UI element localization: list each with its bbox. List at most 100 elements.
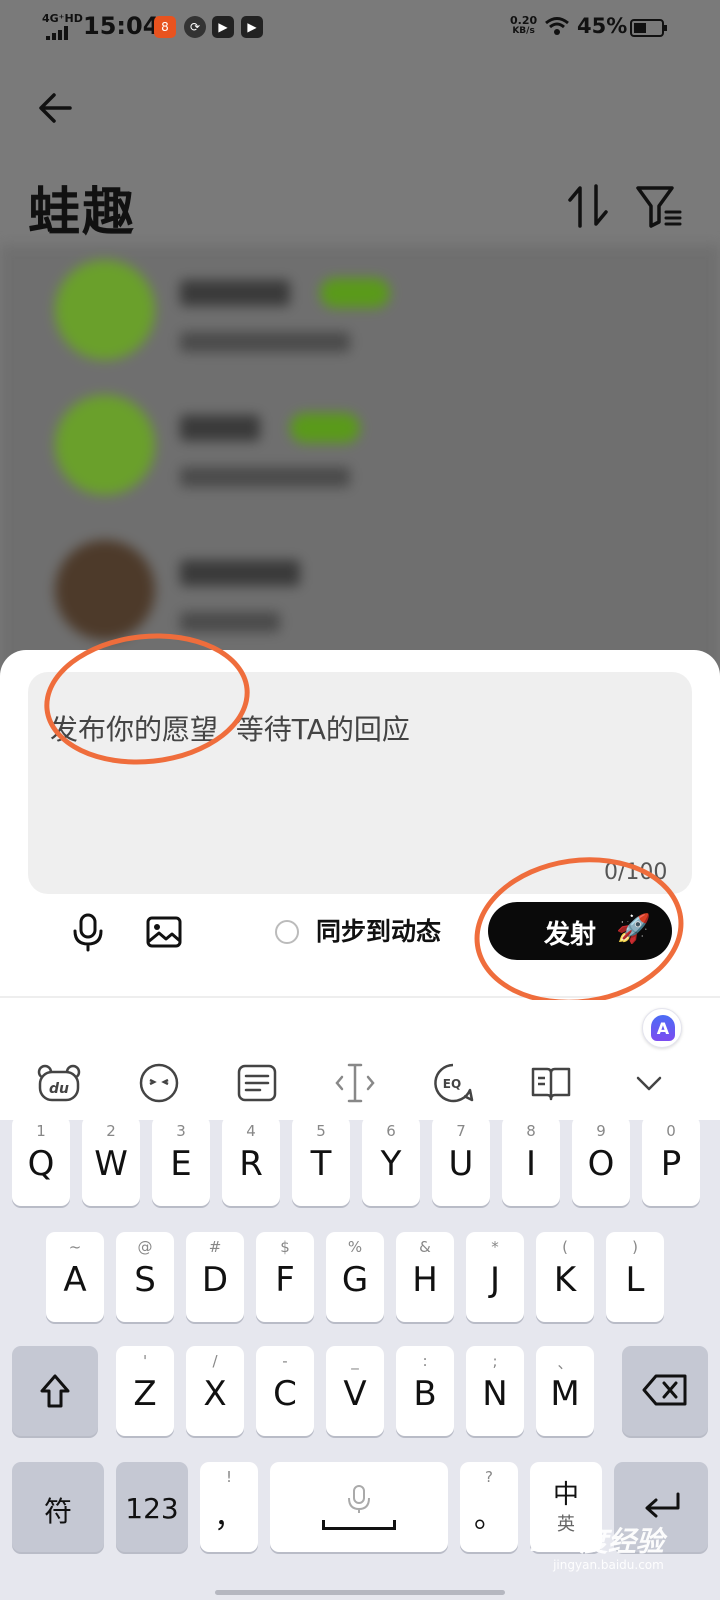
- book-icon[interactable]: [528, 1060, 574, 1106]
- shift-key[interactable]: [12, 1346, 98, 1436]
- key-label: I: [525, 1144, 537, 1184]
- key-hint: (: [562, 1238, 568, 1256]
- period-key[interactable]: ? 。: [460, 1462, 518, 1552]
- key-hint: :: [422, 1352, 428, 1370]
- key-y[interactable]: 6Y: [362, 1116, 420, 1206]
- signal-icon: [46, 26, 74, 40]
- key-hint: -: [282, 1352, 288, 1370]
- chevron-down-icon[interactable]: [626, 1060, 672, 1106]
- baidu-jingyan-watermark: Bai度经验 jingyan.baidu.com: [530, 1525, 664, 1572]
- app-notification-icon: 8: [154, 16, 176, 38]
- key-hint: $: [280, 1238, 290, 1256]
- key-j[interactable]: * J: [466, 1232, 524, 1322]
- key-hint: /: [212, 1352, 218, 1370]
- symbols-key[interactable]: 符: [12, 1462, 104, 1552]
- battery-icon: [630, 19, 667, 37]
- key-label: C: [273, 1374, 297, 1414]
- keyboard-layout-icon[interactable]: [234, 1060, 280, 1106]
- key-s[interactable]: @ S: [116, 1232, 174, 1322]
- key-label: Z: [133, 1374, 157, 1414]
- key-f[interactable]: $ F: [256, 1232, 314, 1322]
- key-label: T: [310, 1144, 332, 1184]
- battery-percent: 45%: [577, 14, 628, 38]
- key-label: P: [660, 1144, 682, 1184]
- key-a[interactable]: ~ A: [46, 1232, 104, 1322]
- key-e[interactable]: 3E: [152, 1116, 210, 1206]
- key-hint: 4: [246, 1122, 256, 1140]
- arrow-left-icon[interactable]: [36, 88, 76, 128]
- key-hint: 9: [596, 1122, 606, 1140]
- link-notification-icon: ⟳: [184, 16, 206, 38]
- eq-icon[interactable]: EQ: [430, 1060, 476, 1106]
- key-label: Q: [27, 1144, 55, 1184]
- key-c[interactable]: -C: [256, 1346, 314, 1436]
- key-k[interactable]: (K: [536, 1232, 594, 1322]
- key-q[interactable]: 1Q: [12, 1116, 70, 1206]
- key-w[interactable]: 2W: [82, 1116, 140, 1206]
- key-hint: ): [632, 1238, 638, 1256]
- key-label: L: [625, 1260, 645, 1300]
- video-notification-icon: ▶: [212, 16, 234, 38]
- key-label: E: [170, 1144, 192, 1184]
- key-l[interactable]: ) L: [606, 1232, 664, 1322]
- numbers-key[interactable]: 123: [116, 1462, 188, 1552]
- key-label: G: [341, 1260, 369, 1300]
- key-label: K: [553, 1260, 577, 1300]
- key-label: W: [94, 1144, 128, 1184]
- key-hint: 6: [386, 1122, 396, 1140]
- key-hint: 5: [316, 1122, 326, 1140]
- key-label: N: [482, 1374, 508, 1414]
- clock: 15:04: [83, 12, 160, 40]
- key-hint: *: [491, 1238, 499, 1256]
- list-item: [0, 250, 720, 380]
- key-hint: &: [419, 1238, 431, 1256]
- network-type: 4G⁺HD: [42, 12, 83, 25]
- key-n[interactable]: ; N: [466, 1346, 524, 1436]
- sync-label[interactable]: 同步到动态: [316, 912, 441, 948]
- blurred-list: [0, 245, 720, 700]
- key-g[interactable]: % G: [326, 1232, 384, 1322]
- key-t[interactable]: 5T: [292, 1116, 350, 1206]
- key-o[interactable]: 9O: [572, 1116, 630, 1206]
- key-h[interactable]: & H: [396, 1232, 454, 1322]
- key-v[interactable]: _ V: [326, 1346, 384, 1436]
- key-m[interactable]: 、 M: [536, 1346, 594, 1436]
- key-hint: 、: [557, 1354, 573, 1372]
- key-d[interactable]: # D: [186, 1232, 244, 1322]
- image-icon[interactable]: [144, 912, 184, 952]
- key-hint: ': [142, 1352, 148, 1370]
- svg-text:EQ: EQ: [443, 1077, 461, 1091]
- comma-key[interactable]: ! ，: [200, 1462, 258, 1552]
- backspace-key[interactable]: [622, 1346, 708, 1436]
- emoji-icon[interactable]: [136, 1060, 182, 1106]
- microphone-icon[interactable]: [68, 912, 108, 952]
- filter-icon[interactable]: [634, 182, 684, 230]
- key-x[interactable]: / X: [186, 1346, 244, 1436]
- key-hint: 2: [106, 1122, 116, 1140]
- sort-arrows-icon[interactable]: [566, 182, 610, 230]
- key-b[interactable]: :B: [396, 1346, 454, 1436]
- key-label: R: [239, 1144, 263, 1184]
- network-speed: 0.20 KB/s: [510, 14, 538, 36]
- space-key[interactable]: [270, 1462, 448, 1552]
- list-item: [0, 385, 720, 515]
- key-hint: @: [137, 1238, 153, 1256]
- key-label: M: [550, 1374, 580, 1414]
- ai-assistant-icon[interactable]: A: [642, 1008, 682, 1048]
- key-hint: ;: [492, 1352, 498, 1370]
- home-indicator[interactable]: [215, 1590, 505, 1595]
- cursor-icon[interactable]: [332, 1060, 378, 1106]
- bear-du-icon[interactable]: du: [36, 1060, 82, 1106]
- key-r[interactable]: 4R: [222, 1116, 280, 1206]
- key-label: U: [448, 1144, 474, 1184]
- status-bar: 4G⁺HD 15:04 8 ⟳ ▶ ▶ 0.20 KB/s 45%: [0, 0, 720, 56]
- key-i[interactable]: 8I: [502, 1116, 560, 1206]
- key-p[interactable]: 0P: [642, 1116, 700, 1206]
- key-z[interactable]: ' Z: [116, 1346, 174, 1436]
- key-u[interactable]: 7U: [432, 1116, 490, 1206]
- key-label: O: [587, 1144, 615, 1184]
- page-title: 蛙趣: [28, 183, 137, 243]
- key-label: A: [63, 1260, 87, 1300]
- key-label: D: [201, 1260, 229, 1300]
- sync-radio[interactable]: [275, 920, 299, 944]
